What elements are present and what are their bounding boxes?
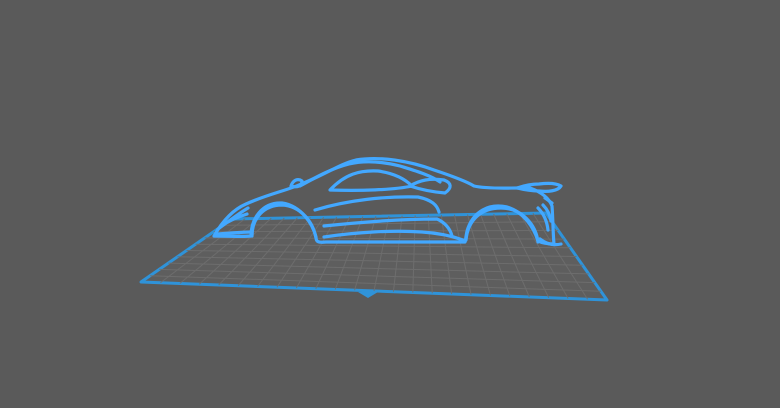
build-plate [139,211,609,302]
scene-canvas[interactable] [0,0,780,408]
car-rear-window [408,177,452,195]
car-window [328,169,414,192]
car-spoiler [515,181,563,193]
car-mirror [289,178,304,189]
build-plate-front-marker [358,292,378,298]
build-plate-surface [139,211,609,302]
3d-viewport[interactable] [0,0,780,408]
